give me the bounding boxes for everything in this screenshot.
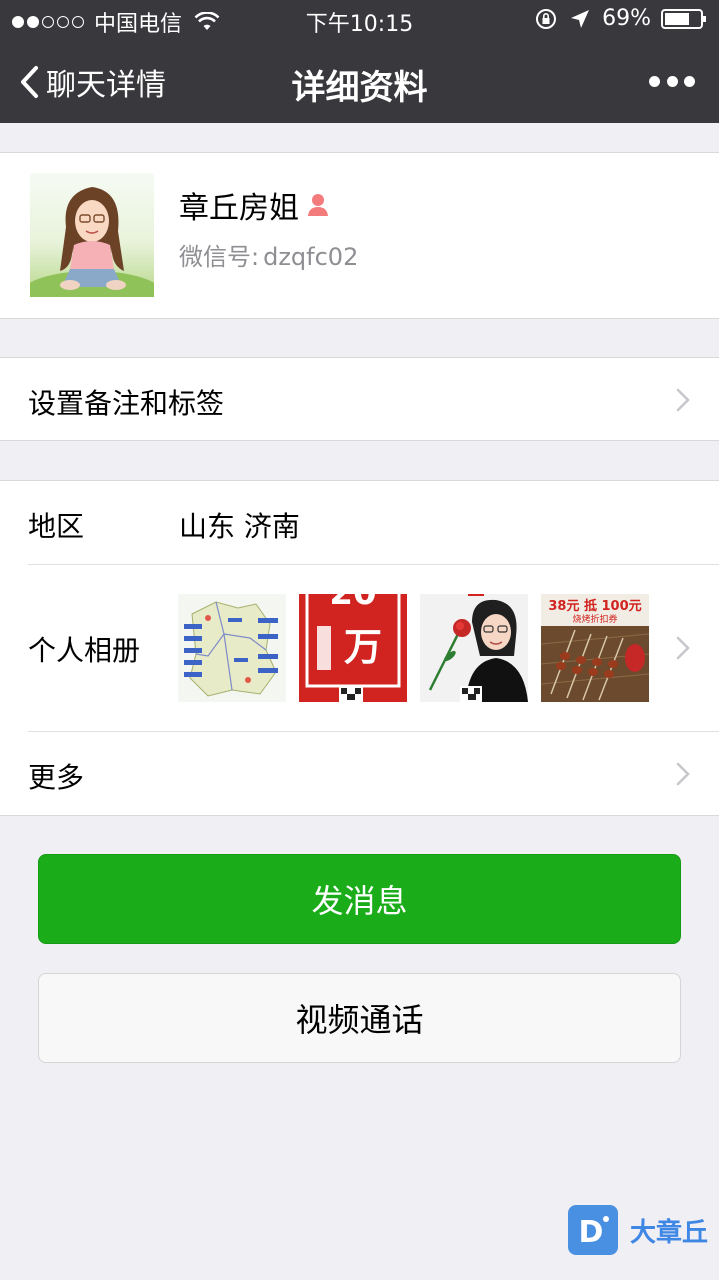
avatar[interactable] <box>30 173 154 297</box>
status-left: 中国电信 <box>12 6 220 38</box>
profile-card: 章丘房姐 微信号: dzqfc02 <box>0 152 719 319</box>
region-label: 地区 <box>28 510 85 543</box>
name-row: 章丘房姐 <box>179 183 331 227</box>
album-label: 个人相册 <box>28 634 141 667</box>
album-thumbnail-bbq[interactable]: 38元 抵 100元 烧烤折扣券 <box>541 594 649 702</box>
wechat-id-label: 微信号: <box>179 243 260 271</box>
region-value: 山东 济南 <box>179 510 300 543</box>
carrier-label: 中国电信 <box>94 12 183 37</box>
album-thumbnails: 20 万 <box>178 594 649 702</box>
rotation-lock-icon <box>534 7 558 31</box>
send-message-button[interactable]: 发消息 <box>38 854 681 944</box>
watermark-text: 大章丘 <box>630 1217 709 1248</box>
album-thumbnail-promo[interactable]: 20 万 <box>299 594 407 702</box>
chevron-right-icon <box>675 387 691 413</box>
bbq-promo-subtext: 烧烤折扣券 <box>572 613 617 625</box>
wechat-id-value: dzqfc02 <box>263 243 359 271</box>
svg-text:D: D <box>579 1215 604 1250</box>
bbq-promo-text: 38元 抵 100元 <box>548 598 641 614</box>
back-label: 聊天详情 <box>46 68 166 103</box>
watermark: D 大章丘 <box>568 1204 713 1256</box>
location-arrow-icon <box>568 7 592 31</box>
battery-percent: 69% <box>602 6 651 31</box>
svg-text:万: 万 <box>344 625 382 669</box>
album-thumbnail-portrait[interactable] <box>420 594 528 702</box>
signal-strength-icon <box>12 16 84 28</box>
watermark-logo-icon: D <box>568 1205 618 1255</box>
more-label: 更多 <box>28 761 85 794</box>
wifi-icon <box>194 11 220 32</box>
svg-text:20: 20 <box>329 594 376 613</box>
status-bar: 中国电信 下午10:15 69% <box>0 0 719 40</box>
more-dots-icon <box>649 75 660 87</box>
wechat-id-row: 微信号: dzqfc02 <box>179 237 358 272</box>
chevron-right-icon <box>675 635 691 661</box>
battery-icon <box>661 8 707 30</box>
more-options-button[interactable] <box>649 68 695 94</box>
chevron-right-icon <box>675 761 691 787</box>
set-remark-row[interactable]: 设置备注和标签 <box>0 357 719 441</box>
top-bar: 中国电信 下午10:15 69% 聊天详情 详细资料 <box>0 0 719 123</box>
info-card: 地区 山东 济南 个人相册 万 38元 抵 100元 烧烤折扣券 更多 <box>0 480 719 816</box>
set-remark-label: 设置备注和标签 <box>28 387 225 420</box>
navigation-bar: 聊天详情 详细资料 <box>0 40 719 123</box>
album-row[interactable]: 个人相册 20 <box>0 565 719 731</box>
display-name: 章丘房姐 <box>179 191 299 226</box>
chevron-left-icon <box>18 65 40 99</box>
album-thumbnail-map[interactable] <box>178 594 286 702</box>
more-row[interactable]: 更多 <box>0 732 719 816</box>
back-button[interactable]: 聊天详情 <box>18 60 166 104</box>
female-icon <box>305 192 331 218</box>
status-right: 69% <box>534 6 707 31</box>
video-call-button[interactable]: 视频通话 <box>38 973 681 1063</box>
